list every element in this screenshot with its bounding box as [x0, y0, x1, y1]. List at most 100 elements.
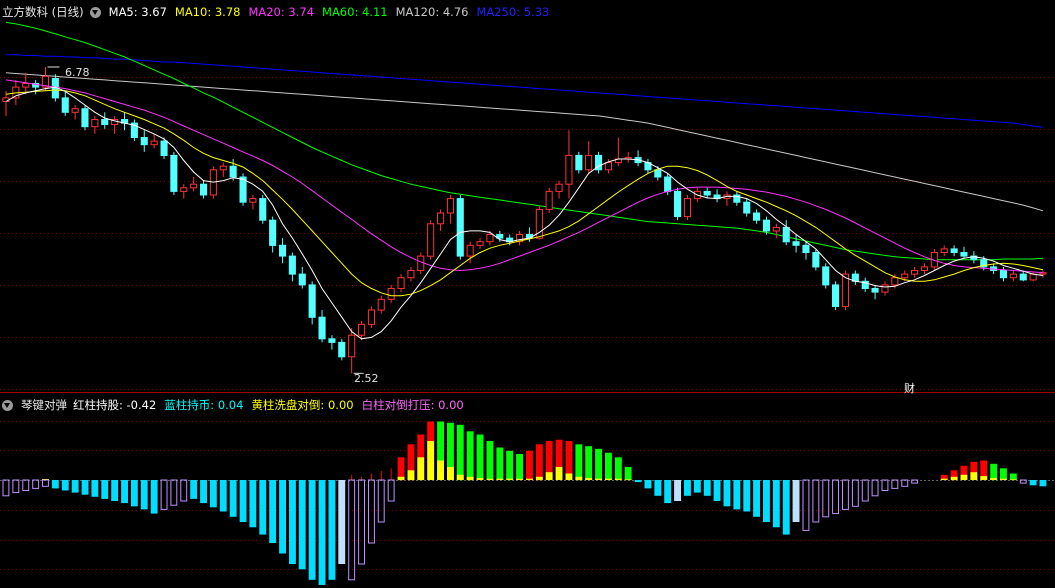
candle-up [91, 119, 99, 128]
indicator-bar-negative [328, 480, 336, 580]
candle-up [683, 198, 692, 218]
finance-marker[interactable]: 财 [904, 381, 915, 395]
candle-up [881, 284, 889, 293]
candle-up [219, 165, 227, 171]
indicator-bar-negative [377, 479, 385, 523]
legend-white: 白柱对倒打压: 0.00 [361, 398, 464, 412]
collapse-icon[interactable] [89, 6, 101, 18]
candle-down [1019, 273, 1027, 281]
indicator-bar-negative [348, 479, 356, 581]
indicator-bar-yellow [940, 478, 948, 480]
indicator-bar-negative [12, 479, 20, 494]
indicator-bar-negative [812, 479, 820, 523]
candle-up [427, 223, 435, 257]
collapse-icon[interactable] [2, 399, 13, 411]
candle-down [753, 212, 761, 221]
indicator-bar-negative [832, 479, 839, 515]
indicator-bar-negative [368, 479, 375, 544]
indicator-bar-negative [121, 480, 128, 504]
candle-down [456, 198, 464, 257]
candle-up [466, 244, 474, 257]
indicator-bar-negative [2, 479, 10, 497]
candle-up [190, 183, 198, 189]
candle-down [832, 284, 840, 307]
indicator-bar-yellow [437, 460, 444, 480]
ma-short-lines [5, 66, 1044, 374]
indicator-bar-yellow [565, 473, 573, 480]
indicator-bar-yellow [535, 476, 543, 481]
indicator-bar-negative [229, 480, 237, 517]
candle-down [782, 226, 790, 243]
candle-up [446, 198, 454, 214]
indicator-bar-yellow [526, 478, 533, 480]
indicator-bar [486, 441, 494, 480]
indicator-bar-negative [81, 480, 89, 495]
indicator-bar-negative [32, 479, 40, 489]
candle-down [950, 248, 958, 253]
indicator-bar-yellow [476, 478, 484, 480]
indicator-bar-negative [644, 480, 652, 489]
indicator-bar-negative [743, 480, 751, 512]
indicator-bar-negative [22, 479, 30, 491]
candle-up [377, 298, 385, 311]
ma20-line [5, 79, 1044, 274]
indicator-bar-negative [318, 480, 326, 585]
indicator-bar-negative [654, 480, 662, 496]
candle-down [999, 270, 1008, 279]
indicator-bar-yellow [555, 467, 563, 480]
indicator-bar-negative [269, 480, 277, 543]
indicator-bar-negative [387, 479, 395, 502]
indicator-bar-negative [723, 480, 731, 507]
candle-up [604, 162, 613, 171]
indicator-bar [1009, 473, 1017, 480]
indicator-bar-negative [239, 480, 247, 522]
candle-up [555, 183, 563, 192]
indicator-bar-negative [111, 480, 119, 501]
indicator-bar-negative [772, 480, 780, 528]
indicator-bar-negative [358, 479, 366, 565]
candle-down [328, 338, 336, 343]
candle-up [397, 277, 405, 290]
indicator-bar-negative [664, 480, 672, 504]
indicator-bar-negative [91, 480, 99, 497]
indicator-bar-negative [308, 480, 316, 580]
candle-down [664, 176, 672, 192]
indicator-bar-yellow [605, 478, 612, 480]
indicator-bar-negative [130, 480, 138, 507]
ma10-label: MA10: 3.78 [174, 5, 241, 19]
indicator-bar-negative [842, 479, 849, 510]
indicator-bar-negative [703, 480, 711, 496]
high-price-label: 6.78 [65, 66, 90, 79]
indicator-bar-negative [753, 480, 760, 517]
indicator-bar-yellow [456, 474, 464, 480]
indicator-bar [585, 446, 593, 480]
candle-down [160, 140, 168, 157]
indicator-bar [526, 450, 533, 481]
indicator-bar-negative [140, 480, 148, 510]
candle-down [269, 219, 277, 246]
indicator-bar-yellow [417, 457, 425, 481]
indicator-bar-negative [160, 479, 168, 510]
stock-title: 立方数科 (日线) [2, 5, 84, 19]
candle-up [150, 140, 158, 146]
candle-down [259, 198, 267, 221]
candle-up [22, 83, 30, 88]
candle-up [920, 266, 929, 271]
indicator-bar-negative [1019, 479, 1027, 484]
indicator-bar-negative [101, 480, 109, 499]
indicator-bar [1000, 468, 1007, 480]
kline-chart[interactable]: 6.78 2.52 财 [0, 0, 1055, 588]
indicator-bar-negative [634, 480, 642, 483]
candlesticks [2, 67, 1047, 374]
ma250-label: MA250: 5.33 [476, 5, 550, 19]
candle-up [367, 309, 375, 325]
candle-up [358, 323, 366, 336]
indicator-bar [605, 452, 612, 480]
indicator-bar-negative [338, 480, 346, 564]
indicator-bar [476, 434, 484, 480]
indicator-bar-yellow [575, 476, 583, 481]
indicator-bar-negative [259, 480, 267, 535]
candle-up [486, 234, 494, 243]
low-price-label: 2.52 [354, 372, 379, 385]
candle-up [772, 226, 780, 232]
